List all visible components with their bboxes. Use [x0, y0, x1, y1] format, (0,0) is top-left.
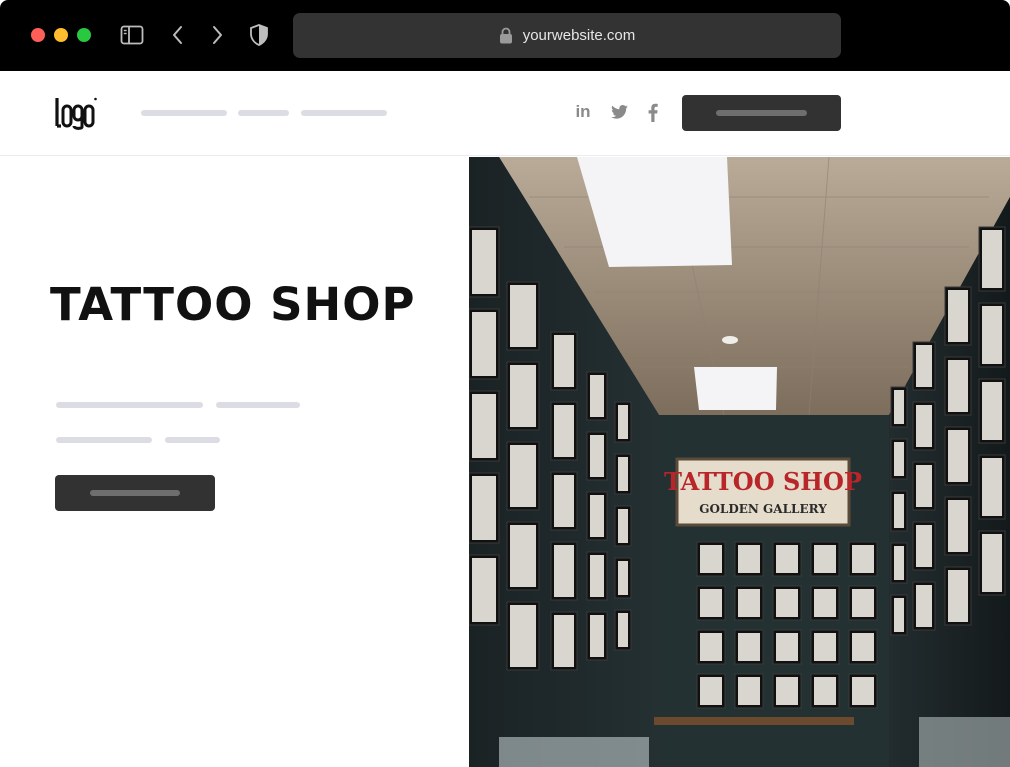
- artwork-print: [590, 435, 604, 477]
- artwork-print: [894, 546, 904, 580]
- artwork-print: [618, 509, 628, 543]
- artwork-print: [472, 394, 496, 458]
- artwork-print: [738, 633, 760, 661]
- twitter-icon[interactable]: [608, 101, 630, 123]
- maximize-window-button[interactable]: [77, 28, 91, 42]
- artwork-print: [982, 534, 1002, 592]
- artwork-print: [554, 615, 574, 667]
- artwork-print: [590, 495, 604, 537]
- artwork-print: [510, 605, 536, 667]
- artwork-print: [510, 525, 536, 587]
- facebook-icon[interactable]: [642, 101, 664, 123]
- hero-text-placeholder: [216, 402, 300, 408]
- artwork-print: [618, 405, 628, 439]
- artwork-print: [916, 525, 932, 567]
- artwork-print: [982, 230, 1002, 288]
- artwork-print: [776, 633, 798, 661]
- artwork-print: [814, 545, 836, 573]
- close-window-button[interactable]: [31, 28, 45, 42]
- artwork-print: [894, 494, 904, 528]
- artwork-print: [554, 335, 574, 387]
- sign-line-1: TATTOO SHOP: [664, 467, 862, 496]
- site-header: in: [0, 71, 1010, 156]
- url-text: yourwebsite.com: [522, 27, 636, 44]
- minimize-window-button[interactable]: [54, 28, 68, 42]
- hero-text-placeholder: [165, 437, 220, 443]
- artwork-print: [948, 430, 968, 482]
- artwork-print: [590, 555, 604, 597]
- artwork-print: [852, 677, 874, 705]
- artwork-print: [894, 442, 904, 476]
- hero-text-placeholder: [56, 437, 152, 443]
- artwork-print: [700, 677, 722, 705]
- sidebar-icon[interactable]: [120, 23, 144, 47]
- artwork-print: [554, 405, 574, 457]
- artwork-print: [510, 445, 536, 507]
- cta-label-placeholder: [90, 490, 180, 496]
- artwork-print: [948, 360, 968, 412]
- artwork-print: [590, 615, 604, 657]
- artwork-print: [510, 285, 536, 347]
- shield-icon[interactable]: [247, 23, 271, 47]
- artwork-print: [554, 545, 574, 597]
- artwork-print: [852, 545, 874, 573]
- hero-cta-button[interactable]: [55, 475, 215, 511]
- artwork-print: [776, 677, 798, 705]
- artwork-print: [852, 633, 874, 661]
- hero-image: TATTOO SHOP GOLDEN GALLERY: [469, 157, 1010, 767]
- artwork-print: [738, 545, 760, 573]
- artwork-print: [472, 312, 496, 376]
- artwork-print: [472, 230, 496, 294]
- chevron-right-icon[interactable]: [205, 23, 229, 47]
- artwork-print: [618, 457, 628, 491]
- artwork-print: [814, 677, 836, 705]
- artwork-print: [982, 458, 1002, 516]
- artwork-print: [948, 570, 968, 622]
- artwork-print: [894, 390, 904, 424]
- artwork-print: [618, 613, 628, 647]
- artwork-print: [814, 633, 836, 661]
- hero-text-placeholder: [56, 402, 203, 408]
- artwork-print: [948, 290, 968, 342]
- artwork-print: [814, 589, 836, 617]
- cta-label-placeholder: [716, 110, 807, 116]
- artwork-print: [700, 545, 722, 573]
- nav-link-3[interactable]: [301, 110, 387, 116]
- artwork-print: [948, 500, 968, 552]
- artwork-print: [916, 465, 932, 507]
- logo[interactable]: [54, 96, 98, 130]
- artwork-print: [472, 558, 496, 622]
- artwork-print: [776, 589, 798, 617]
- browser-chrome: yourwebsite.com: [0, 0, 1010, 71]
- nav-link-1[interactable]: [141, 110, 227, 116]
- linkedin-icon[interactable]: in: [572, 101, 594, 123]
- artwork-print: [852, 589, 874, 617]
- artwork-print: [554, 475, 574, 527]
- nav-link-2[interactable]: [238, 110, 289, 116]
- artwork-print: [472, 476, 496, 540]
- artwork-print: [700, 633, 722, 661]
- artwork-print: [916, 345, 932, 387]
- header-cta-button[interactable]: [682, 95, 841, 131]
- artwork-print: [700, 589, 722, 617]
- artwork-print: [738, 677, 760, 705]
- artwork-print: [916, 405, 932, 447]
- hero-title: TATTOO SHOP: [50, 278, 416, 331]
- artwork-print: [776, 545, 798, 573]
- chevron-left-icon[interactable]: [166, 23, 190, 47]
- artwork-print: [894, 598, 904, 632]
- artwork-print: [618, 561, 628, 595]
- lock-icon: [499, 27, 513, 44]
- artwork-print: [590, 375, 604, 417]
- artwork-print: [916, 585, 932, 627]
- artwork-print: [982, 382, 1002, 440]
- artwork-print: [982, 306, 1002, 364]
- address-bar[interactable]: yourwebsite.com: [293, 13, 841, 58]
- sign-line-2: GOLDEN GALLERY: [699, 502, 827, 516]
- artwork-print: [738, 589, 760, 617]
- artwork-print: [510, 365, 536, 427]
